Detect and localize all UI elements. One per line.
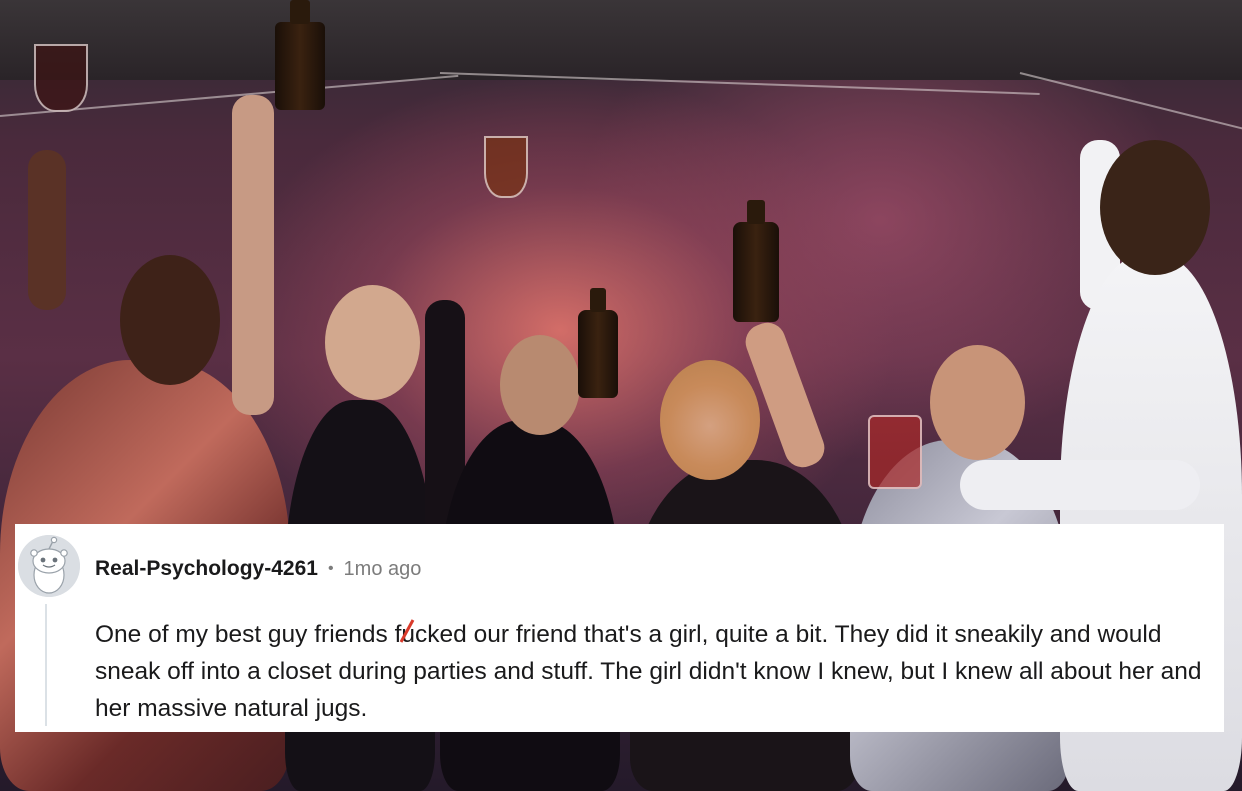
beer-glass <box>275 0 325 110</box>
person-head <box>660 360 760 480</box>
ceiling <box>0 0 1242 80</box>
person-head <box>500 335 580 435</box>
raised-arm <box>28 150 66 310</box>
ceiling-wire <box>1019 72 1242 130</box>
person-head <box>120 255 220 385</box>
person-head <box>1100 140 1210 275</box>
beer-bottle <box>733 200 779 322</box>
comment-card: Real-Psychology-4261 • 1mo ago One of my… <box>15 524 1224 732</box>
censored-letter: u <box>400 616 415 653</box>
beer-bottle <box>578 288 618 398</box>
person-head <box>325 285 420 400</box>
censor-slash-icon <box>400 619 415 643</box>
snoo-avatar-icon[interactable] <box>18 535 80 597</box>
comment-meta: Real-Psychology-4261 • 1mo ago <box>95 554 421 584</box>
wine-glass <box>34 44 88 112</box>
thread-line[interactable] <box>45 604 47 726</box>
comment-body-start: One of my best guy friends f <box>95 621 402 648</box>
wine-glass <box>484 136 528 198</box>
comment-timestamp[interactable]: 1mo ago <box>344 558 422 581</box>
username-link[interactable]: Real-Psychology-4261 <box>95 557 318 581</box>
meta-separator: • <box>327 560 334 577</box>
person-head <box>930 345 1025 460</box>
holding-arm <box>960 460 1200 510</box>
comment-body: One of my best guy friends fu cked our fr… <box>95 616 1215 727</box>
raised-arm <box>232 95 274 415</box>
drink-glass <box>868 415 922 489</box>
